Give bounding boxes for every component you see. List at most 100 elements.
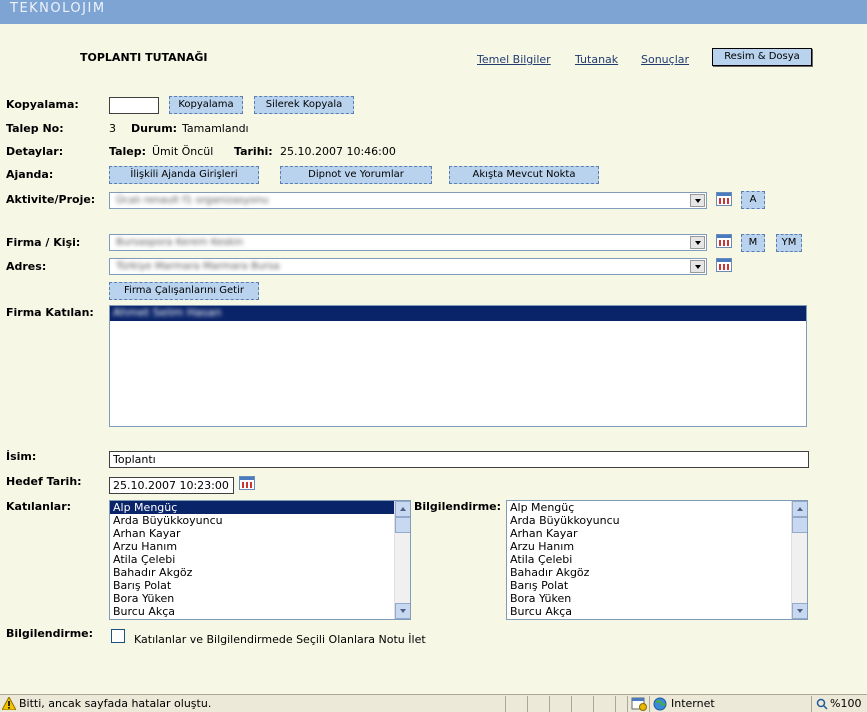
aktivite-label: Aktivite/Proje: — [6, 193, 96, 206]
firma-value: Bursaspora Kerem Keskin — [116, 237, 244, 248]
akista-mevcut-nokta-button[interactable]: Akışta Mevcut Nokta — [449, 166, 599, 184]
list-item[interactable]: Bora Yüken — [507, 592, 807, 605]
firma-kisi-label: Firma / Kişi: — [6, 236, 81, 249]
notu-ilet-checkbox-label: Katılanlar ve Bilgilendirmede Seçili Ola… — [134, 633, 426, 646]
scroll-thumb[interactable] — [395, 517, 410, 533]
tab-tutanak[interactable]: Tutanak — [575, 53, 618, 66]
tab-resim-dosya[interactable]: Resim & Dosya — [712, 48, 812, 66]
tarih-value: 25.10.2007 10:46:00 — [280, 145, 396, 158]
list-item[interactable]: Arhan Kayar — [110, 527, 410, 540]
chevron-down-icon[interactable] — [690, 260, 705, 273]
list-item[interactable]: Bahadır Akgöz — [110, 566, 410, 579]
tab-temel-bilgiler[interactable]: Temel Bilgiler — [477, 53, 551, 66]
katilanlar-label: Katılanlar: — [6, 500, 72, 513]
firma-calisanlari-getir-button[interactable]: Firma Çalışanlarını Getir — [109, 282, 259, 300]
iliskili-ajanda-button[interactable]: İlişkili Ajanda Girişleri — [109, 166, 259, 184]
calendar-icon[interactable] — [716, 258, 732, 272]
aktivite-select[interactable]: Ücalı renault f1 organizasyonu — [109, 192, 707, 209]
status-panel — [615, 696, 627, 712]
hedef-tarih-label: Hedef Tarih: — [6, 475, 82, 488]
katilanlar-list[interactable]: Alp Mengüç Arda Büyükkoyuncu Arhan Kayar… — [109, 500, 411, 620]
bilgilendirme-list-label: Bilgilendirme: — [414, 500, 502, 513]
list-item[interactable]: Alp Mengüç — [110, 501, 410, 514]
talep-value: Ümit Öncül — [152, 145, 214, 158]
firma-m-button[interactable]: M — [741, 234, 765, 252]
calendar-icon[interactable] — [716, 192, 732, 206]
durum-value: Tamamlandı — [182, 122, 249, 135]
status-panel — [549, 696, 571, 712]
scroll-up-arrow-icon[interactable] — [792, 501, 807, 517]
chevron-down-icon[interactable] — [690, 194, 705, 207]
list-item[interactable]: Atila Çelebi — [507, 553, 807, 566]
list-item[interactable]: Arda Büyükkoyuncu — [507, 514, 807, 527]
bilgilendirme-label: Bilgilendirme: — [6, 627, 94, 640]
kopyalama-button[interactable]: Kopyalama — [169, 96, 243, 114]
tab-sonuclar[interactable]: Sonuçlar — [641, 53, 689, 66]
page-title: TOPLANTI TUTANAĞI — [80, 51, 208, 64]
chevron-down-icon[interactable] — [690, 236, 705, 249]
scrollbar[interactable] — [791, 501, 807, 619]
list-item[interactable]: Burcu Akça — [110, 605, 410, 618]
firma-katilan-label: Firma Katılan: — [6, 306, 94, 319]
list-item[interactable]: Burcu Akça — [507, 605, 807, 618]
list-item[interactable]: Barış Polat — [110, 579, 410, 592]
kopyalama-label: Kopyalama: — [6, 98, 79, 111]
scroll-down-arrow-icon[interactable] — [792, 603, 807, 619]
list-item[interactable]: Atila Çelebi — [110, 553, 410, 566]
app-header-bar: TEKNOLOJIM — [0, 0, 867, 24]
kopyalama-input[interactable] — [109, 97, 159, 114]
status-panel — [505, 696, 527, 712]
list-item[interactable]: Arda Büyükkoyuncu — [110, 514, 410, 527]
list-item[interactable]: Bora Yüken — [110, 592, 410, 605]
aktivite-value: Ücalı renault f1 organizasyonu — [116, 195, 269, 206]
list-item[interactable]: Arzu Hanım — [110, 540, 410, 553]
talep-label: Talep: — [109, 145, 147, 158]
status-panel — [593, 696, 615, 712]
calendar-icon[interactable] — [716, 234, 732, 248]
adres-value: Türkiye Marmara Marmara Bursa — [116, 261, 280, 272]
status-message: Bitti, ancak sayfada hatalar oluştu. — [19, 697, 212, 710]
status-panel — [571, 696, 593, 712]
brand-logo: TEKNOLOJIM — [10, 1, 106, 16]
isim-label: İsim: — [6, 450, 37, 463]
aktivite-a-button[interactable]: A — [741, 191, 765, 209]
scroll-up-arrow-icon[interactable] — [395, 501, 410, 517]
list-item[interactable]: Bahadır Akgöz — [507, 566, 807, 579]
adres-select[interactable]: Türkiye Marmara Marmara Bursa — [109, 258, 707, 275]
status-bar: Bitti, ancak sayfada hatalar oluştu. Int… — [0, 694, 867, 712]
zone-label: Internet — [671, 697, 715, 710]
dipnot-yorumlar-button[interactable]: Dipnot ve Yorumlar — [280, 166, 432, 184]
list-item[interactable]: Ahmet Selim Hasan — [110, 306, 806, 321]
zoom-level: %100 — [830, 697, 862, 710]
warning-icon[interactable] — [2, 697, 16, 710]
status-zone: Internet — [649, 696, 809, 712]
adres-label: Adres: — [6, 260, 47, 273]
globe-icon — [653, 697, 667, 711]
calendar-icon[interactable] — [239, 476, 255, 490]
firma-katilan-list[interactable]: Ahmet Selim Hasan — [109, 305, 807, 427]
zoom-control[interactable]: %100 — [811, 696, 867, 712]
status-panel — [627, 696, 649, 712]
ajanda-label: Ajanda: — [6, 168, 54, 181]
isim-input[interactable]: Toplantı — [109, 451, 809, 468]
status-panel — [527, 696, 549, 712]
durum-label: Durum: — [131, 122, 178, 135]
list-item[interactable]: Arhan Kayar — [507, 527, 807, 540]
scroll-down-arrow-icon[interactable] — [395, 603, 410, 619]
silerek-kopyala-button[interactable]: Silerek Kopyala — [254, 96, 354, 114]
hedef-tarih-input[interactable]: 25.10.2007 10:23:00 — [109, 477, 234, 494]
notu-ilet-checkbox[interactable] — [111, 629, 125, 643]
list-item[interactable]: Arzu Hanım — [507, 540, 807, 553]
list-item[interactable]: Barış Polat — [507, 579, 807, 592]
firma-ym-button[interactable]: YM — [776, 234, 802, 252]
bilgilendirme-list[interactable]: Alp Mengüç Arda Büyükkoyuncu Arhan Kayar… — [506, 500, 808, 620]
zoom-icon — [816, 698, 828, 710]
talep-no-label: Talep No: — [6, 122, 64, 135]
tarih-label: Tarihi: — [234, 145, 273, 158]
talep-no-value: 3 — [109, 122, 116, 135]
firma-select[interactable]: Bursaspora Kerem Keskin — [109, 234, 707, 251]
scrollbar[interactable] — [394, 501, 410, 619]
scroll-thumb[interactable] — [792, 517, 807, 533]
popup-blocked-icon[interactable] — [631, 697, 647, 711]
list-item[interactable]: Alp Mengüç — [507, 501, 807, 514]
